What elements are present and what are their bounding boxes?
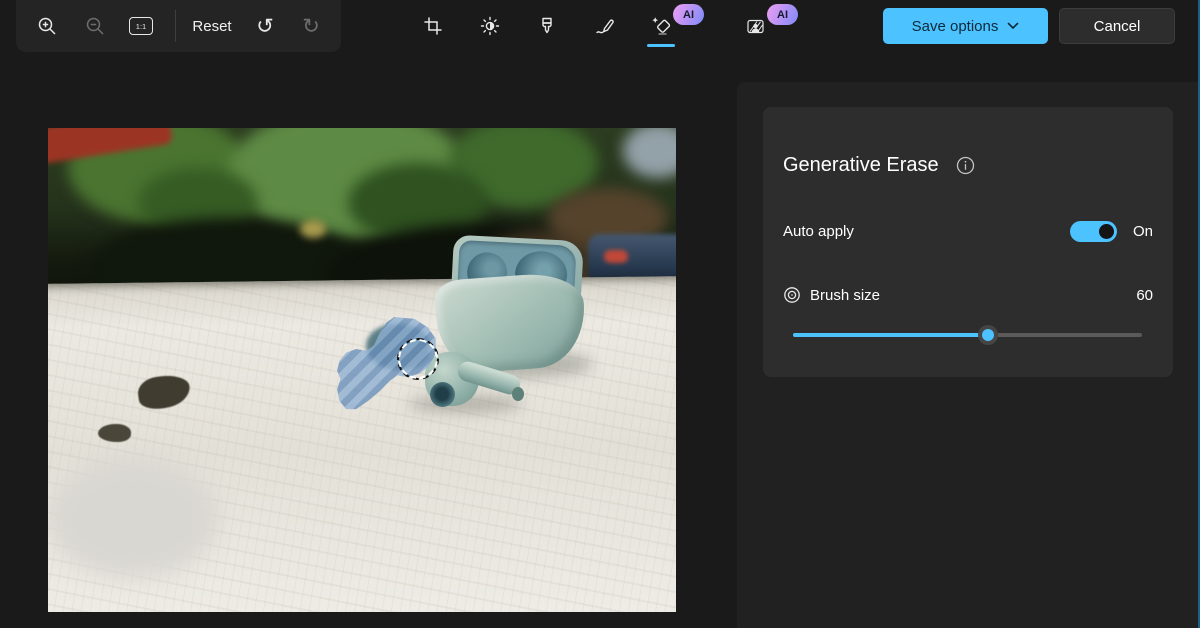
panel-title: Generative Erase xyxy=(783,154,939,177)
ai-badge: AI xyxy=(673,4,704,25)
toggle-knob xyxy=(1099,224,1114,239)
toolbar-divider xyxy=(175,10,176,42)
earbud-stem-tip xyxy=(512,387,524,401)
photos-editor-window: 1:1 Reset ↺ ↻ xyxy=(0,0,1200,628)
brush-size-value: 60 xyxy=(1136,287,1153,304)
auto-apply-toggle[interactable] xyxy=(1070,221,1117,242)
save-options-label: Save options xyxy=(912,18,999,35)
reset-button[interactable]: Reset xyxy=(184,8,240,44)
earbud-nozzle xyxy=(430,382,455,407)
tool-options-panel: Generative Erase Auto apply On Brush siz… xyxy=(737,82,1200,628)
actual-size-icon: 1:1 xyxy=(129,17,153,35)
save-options-button[interactable]: Save options xyxy=(883,8,1048,44)
markup-pen-icon xyxy=(594,16,615,37)
car-taillight xyxy=(604,250,628,263)
redo-icon: ↻ xyxy=(302,16,320,37)
ledge-chip xyxy=(98,424,131,442)
brush-size-label: Brush size xyxy=(810,287,880,304)
brush-slider-thumb[interactable] xyxy=(978,325,998,345)
adjustments-tool-button[interactable] xyxy=(470,6,510,46)
info-icon[interactable] xyxy=(956,156,975,175)
cancel-button[interactable]: Cancel xyxy=(1059,8,1175,44)
erase-sparkle-icon xyxy=(651,16,672,37)
zoom-in-icon xyxy=(37,16,58,37)
brush-size-icon xyxy=(783,286,801,304)
generative-erase-card: Generative Erase Auto apply On Brush siz… xyxy=(763,107,1173,377)
brightness-icon xyxy=(480,16,500,36)
zoom-in-button[interactable] xyxy=(29,8,65,44)
undo-button[interactable]: ↺ xyxy=(247,8,283,44)
view-toolbar-group: 1:1 Reset ↺ ↻ xyxy=(16,0,341,52)
ai-badge: AI xyxy=(767,4,798,25)
crop-tool-button[interactable] xyxy=(413,6,453,46)
zoom-out-button[interactable] xyxy=(77,8,113,44)
auto-apply-label: Auto apply xyxy=(783,223,854,240)
crop-icon xyxy=(423,16,443,36)
markup-tool-button[interactable] xyxy=(584,6,624,46)
selected-tool-indicator xyxy=(647,44,675,47)
filters-tool-button[interactable] xyxy=(527,6,567,46)
background-person-icon xyxy=(745,16,766,37)
actual-size-button[interactable]: 1:1 xyxy=(123,8,159,44)
brush-size-slider[interactable] xyxy=(793,327,1142,343)
auto-apply-state: On xyxy=(1133,223,1153,240)
chevron-down-icon xyxy=(1007,22,1019,30)
undo-icon: ↺ xyxy=(256,16,274,37)
paintbrush-icon xyxy=(537,16,557,36)
redo-button[interactable]: ↻ xyxy=(293,8,329,44)
brush-slider-fill xyxy=(793,333,988,337)
zoom-out-icon xyxy=(85,16,106,37)
photo-canvas[interactable] xyxy=(48,128,676,612)
